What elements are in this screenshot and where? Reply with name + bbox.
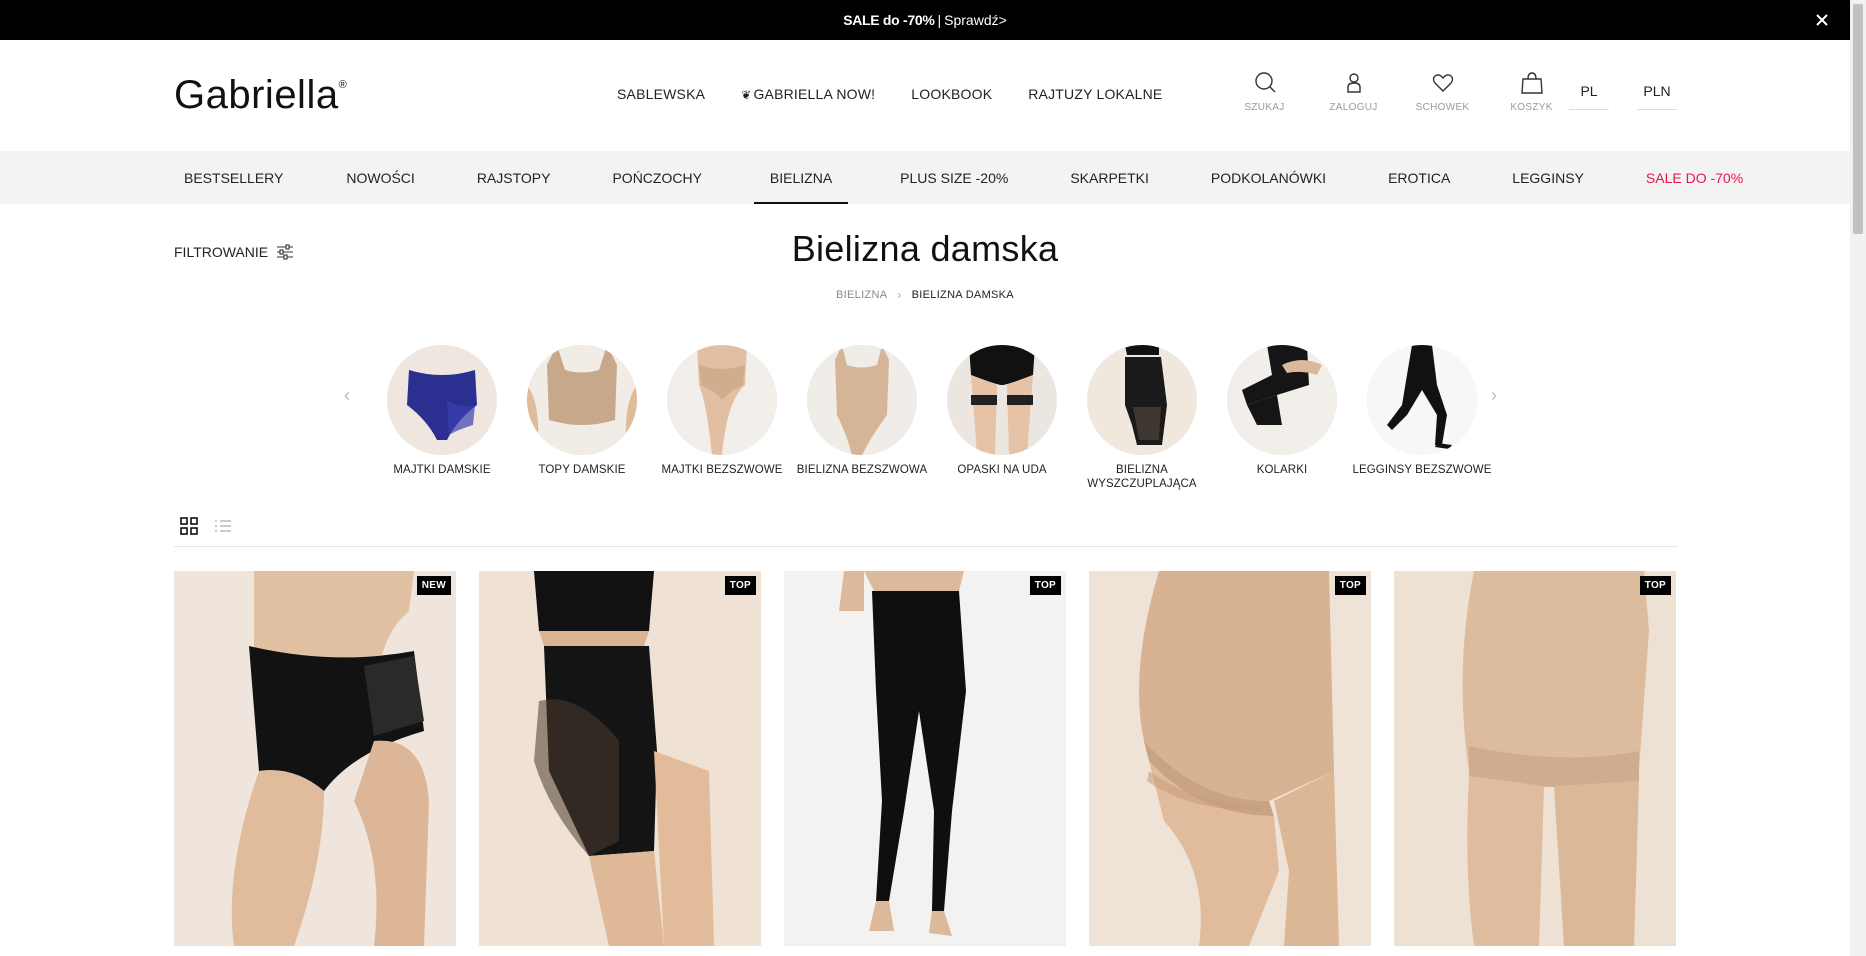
promo-bar: SALE do -70% | Sprawdź> <box>0 0 1850 40</box>
breadcrumb-parent[interactable]: BIELIZNA <box>836 289 887 301</box>
logo-registered-mark: ® <box>338 79 348 91</box>
breadcrumb-current: BIELIZNA DAMSKA <box>911 289 1014 301</box>
product-badge: NEW <box>416 576 451 595</box>
category-bestsellery[interactable]: BESTSELLERY <box>174 151 293 204</box>
nav-gabriella-now[interactable]: ❦ GABRIELLA NOW! <box>741 86 875 102</box>
subcategory-kolarki[interactable]: KOLARKI <box>1212 345 1352 491</box>
cart-button[interactable]: KOSZYK <box>1487 70 1576 113</box>
cart-label: KOSZYK <box>1510 102 1553 113</box>
heart-icon <box>1432 74 1453 92</box>
subcategory-label: KOLARKI <box>1256 464 1308 476</box>
product-image <box>1089 571 1371 946</box>
logo[interactable]: Gabriella® <box>174 73 347 118</box>
search-button[interactable]: SZUKAJ <box>1220 70 1309 113</box>
wishlist-button[interactable]: SCHOWEK <box>1398 70 1487 113</box>
subcategory-image <box>527 345 637 455</box>
product-card[interactable]: TOP <box>784 571 1066 946</box>
category-ponczochy[interactable]: POŃCZOCHY <box>602 151 711 204</box>
grid-view-icon[interactable] <box>180 517 198 535</box>
carousel-prev-icon[interactable]: ‹ <box>344 385 350 406</box>
category-bielizna[interactable]: BIELIZNA <box>753 151 849 204</box>
scrollbar-thumb[interactable] <box>1853 4 1863 234</box>
nav-rajtuzy-lokalne[interactable]: RAJTUZY LOKALNE <box>1028 86 1162 102</box>
subcategory-label: BIELIZNA WYSZCZUPLAJĄCA <box>1087 464 1197 490</box>
nav-lookbook[interactable]: LOOKBOOK <box>911 86 992 102</box>
subcategory-carousel: ‹ MAJTKI DAMSKIE TOPY DAMSKIE MAJTKI BEZ… <box>338 345 1513 495</box>
product-image <box>479 571 761 946</box>
category-sale[interactable]: SALE DO -70% <box>1636 151 1753 204</box>
nav-gabriella-now-label: GABRIELLA NOW! <box>753 86 876 102</box>
subcategory-label: TOPY DAMSKIE <box>538 464 626 476</box>
breadcrumb: BIELIZNA › BIELIZNA DAMSKA <box>0 288 1850 302</box>
category-rajstopy[interactable]: RAJSTOPY <box>467 151 561 204</box>
subcategory-label: OPASKI NA UDA <box>957 464 1047 476</box>
close-icon[interactable] <box>1812 10 1832 30</box>
category-skarpetki[interactable]: SKARPETKI <box>1060 151 1159 204</box>
login-button[interactable]: ZALOGUJ <box>1309 70 1398 113</box>
promo-link[interactable]: Sprawdź> <box>944 12 1007 28</box>
category-plus-size[interactable]: PLUS SIZE -20% <box>890 151 1018 204</box>
user-icon <box>1346 73 1361 93</box>
header-actions: SZUKAJ ZALOGUJ SCHOWEK KOSZYK <box>1220 70 1576 113</box>
logo-text: Gabriella <box>174 73 339 117</box>
category-erotica[interactable]: EROTICA <box>1378 151 1460 204</box>
search-label: SZUKAJ <box>1244 102 1285 113</box>
subcategory-image <box>1087 345 1197 455</box>
wishlist-label: SCHOWEK <box>1415 102 1470 113</box>
subcategory-image <box>387 345 497 455</box>
product-badge: TOP <box>1029 576 1061 595</box>
category-nowosci[interactable]: NOWOŚCI <box>336 151 424 204</box>
subcategory-majtki-bezszwowe[interactable]: MAJTKI BEZSZWOWE <box>652 345 792 491</box>
category-legginsy[interactable]: LEGGINSY <box>1502 151 1594 204</box>
search-icon <box>1254 72 1275 93</box>
product-badge: TOP <box>724 576 756 595</box>
product-card[interactable]: TOP <box>1089 571 1371 946</box>
subcategory-image <box>1367 345 1477 455</box>
view-toggle-bar <box>174 515 1678 547</box>
promo-sale-text: SALE do -70% <box>843 12 935 28</box>
product-image <box>174 571 456 946</box>
product-card[interactable]: TOP <box>1394 571 1676 946</box>
list-view-icon[interactable] <box>214 517 232 535</box>
category-podkolanowki[interactable]: PODKOLANÓWKI <box>1201 151 1336 204</box>
product-card[interactable]: TOP <box>479 571 761 946</box>
subcategory-image <box>1227 345 1337 455</box>
subcategory-label: BIELIZNA BEZSZWOWA <box>796 464 928 476</box>
product-badge: TOP <box>1334 576 1366 595</box>
subcategory-legginsy-bezszwowe[interactable]: LEGGINSY BEZSZWOWE <box>1352 345 1492 491</box>
promo-separator: | <box>937 12 942 28</box>
chevron-right-icon: › <box>897 288 902 302</box>
page-title: Bielizna damska <box>791 228 1059 269</box>
subcategory-image <box>807 345 917 455</box>
product-image <box>784 571 1066 946</box>
subcategory-topy-damskie[interactable]: TOPY DAMSKIE <box>512 345 652 491</box>
site-header: Gabriella® SABLEWSKA ❦ GABRIELLA NOW! LOO… <box>0 40 1850 151</box>
currency-selector[interactable]: PLN <box>1637 83 1677 110</box>
subcategory-label: MAJTKI DAMSKIE <box>393 464 491 476</box>
bag-icon <box>1520 72 1543 94</box>
subcategory-bielizna-wyszczuplajaca[interactable]: BIELIZNA WYSZCZUPLAJĄCA <box>1072 345 1212 491</box>
subcategory-image <box>667 345 777 455</box>
leaf-icon: ❦ <box>741 88 752 102</box>
login-label: ZALOGUJ <box>1329 102 1378 113</box>
product-card[interactable]: NEW <box>174 571 456 946</box>
subcategory-label: LEGGINSY BEZSZWOWE <box>1352 464 1492 476</box>
subcategory-bielizna-bezszwowa[interactable]: BIELIZNA BEZSZWOWA <box>792 345 932 491</box>
product-badge: TOP <box>1639 576 1671 595</box>
language-selector[interactable]: PL <box>1569 83 1609 110</box>
page-scrollbar[interactable] <box>1850 0 1866 956</box>
nav-sablewska[interactable]: SABLEWSKA <box>617 86 705 102</box>
product-grid: NEW TOP TOP TOP TOP <box>174 571 1676 946</box>
subcategory-opaski-na-uda[interactable]: OPASKI NA UDA <box>932 345 1072 491</box>
subcategory-image <box>947 345 1057 455</box>
subcategory-majtki-damskie[interactable]: MAJTKI DAMSKIE <box>372 345 512 491</box>
top-navigation: SABLEWSKA ❦ GABRIELLA NOW! LOOKBOOK RAJTU… <box>617 86 1162 102</box>
carousel-next-icon[interactable]: › <box>1491 385 1497 406</box>
subcategory-label: MAJTKI BEZSZWOWE <box>661 464 783 476</box>
category-bar: BESTSELLERY NOWOŚCI RAJSTOPY POŃCZOCHY B… <box>0 151 1850 204</box>
product-image <box>1394 571 1676 946</box>
